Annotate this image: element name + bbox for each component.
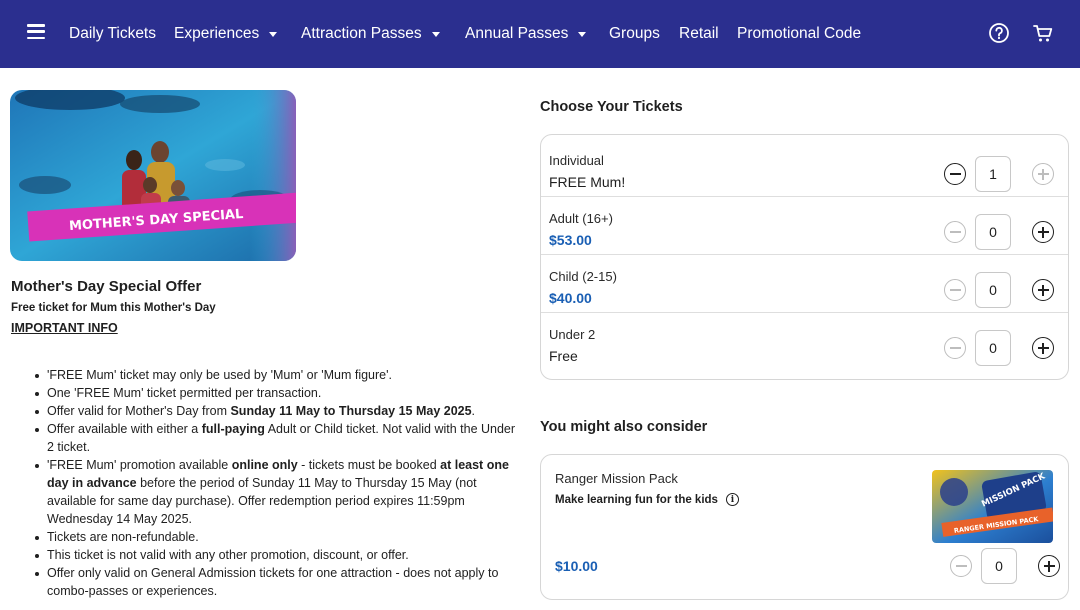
info-list-item: Offer available with either a full-payin… <box>35 420 522 456</box>
info-list-item: 'FREE Mum' ticket may only be used by 'M… <box>35 366 522 384</box>
nav-label: Promotional Code <box>737 25 862 42</box>
important-info-link[interactable]: IMPORTANT INFO <box>11 321 118 335</box>
info-text: 'FREE Mum' ticket may only be used by 'M… <box>47 368 392 382</box>
offer-hero-image: MOTHER'S DAY SPECIAL <box>10 90 296 261</box>
nav-attraction-passes[interactable]: Attraction Passes <box>301 0 440 68</box>
info-list-item: 'FREE Mum' promotion available online on… <box>35 456 522 528</box>
ticket-price: Free <box>549 348 578 364</box>
info-text: Offer valid for Mother's Day from <box>47 404 231 418</box>
info-text: This ticket is not valid with any other … <box>47 548 409 562</box>
ticket-row-under-2: Under 2 Free 0 <box>541 313 1068 371</box>
addon-name: Ranger Mission Pack <box>555 471 678 486</box>
info-text: 'FREE Mum' promotion available <box>47 458 232 472</box>
decrease-button[interactable] <box>944 221 966 243</box>
ticket-label: Child (2-15) <box>549 269 617 284</box>
menu-icon[interactable] <box>27 24 45 40</box>
plus-icon-stroke <box>1042 226 1044 238</box>
minus-icon <box>949 347 961 349</box>
chevron-down-icon <box>269 31 278 37</box>
quantity-field[interactable]: 0 <box>975 214 1011 250</box>
info-icon[interactable]: i <box>725 493 739 506</box>
quantity-stepper: 0 <box>944 214 1054 250</box>
nav-label: Groups <box>609 25 660 42</box>
nav-label: Attraction Passes <box>301 25 422 42</box>
ticket-label: Adult (16+) <box>549 211 613 226</box>
info-list-item: Offer only valid on General Admission ti… <box>35 564 522 600</box>
chevron-down-icon <box>431 31 440 37</box>
info-list-item: One 'FREE Mum' ticket permitted per tran… <box>35 384 522 402</box>
nav-promotional-code[interactable]: Promotional Code <box>737 0 861 68</box>
ticket-label: Under 2 <box>549 327 596 342</box>
nav-label: Experiences <box>174 25 260 42</box>
addon-description-text: Make learning fun for the kids <box>555 493 718 506</box>
quantity-stepper: 0 <box>944 272 1054 308</box>
info-list-item: This ticket is not valid with any other … <box>35 546 522 564</box>
mission-pack-image: MISSION PACK RANGER MISSION PACK <box>932 470 1053 543</box>
increase-button[interactable] <box>1038 555 1060 577</box>
quantity-field[interactable]: 0 <box>975 272 1011 308</box>
increase-button[interactable] <box>1032 279 1054 301</box>
decrease-button[interactable] <box>944 337 966 359</box>
offer-subtitle: Free ticket for Mum this Mother's Day <box>11 302 216 314</box>
increase-button[interactable] <box>1032 221 1054 243</box>
ticket-row-individual: Individual FREE Mum! 1 <box>541 139 1068 197</box>
quantity-stepper: 1 <box>944 156 1054 192</box>
addon-price: $10.00 <box>555 558 598 574</box>
addons-title: You might also consider <box>540 419 708 435</box>
top-nav: Daily Tickets Experiences Attraction Pas… <box>0 0 1080 68</box>
choose-tickets-title: Choose Your Tickets <box>540 99 683 115</box>
plus-icon-stroke <box>1042 168 1044 180</box>
quantity-field[interactable]: 0 <box>981 548 1017 584</box>
decrease-button[interactable] <box>944 279 966 301</box>
nav-retail[interactable]: Retail <box>679 0 719 68</box>
ticket-label: Individual <box>549 153 604 168</box>
addon-card: Ranger Mission Pack Make learning fun fo… <box>540 454 1069 600</box>
info-text: Offer only valid on General Admission ti… <box>47 566 499 598</box>
ticket-price: $40.00 <box>549 290 592 306</box>
help-icon[interactable] <box>988 22 1010 44</box>
nav-label: Retail <box>679 25 719 42</box>
important-info-list: 'FREE Mum' ticket may only be used by 'M… <box>35 366 522 600</box>
quantity-field[interactable]: 0 <box>975 330 1011 366</box>
info-list-item: Offer valid for Mother's Day from Sunday… <box>35 402 522 420</box>
addon-description: Make learning fun for the kids i <box>555 493 739 506</box>
quantity-field[interactable]: 1 <box>975 156 1011 192</box>
minus-icon <box>949 231 961 233</box>
plus-icon-stroke <box>1042 284 1044 296</box>
nav-daily-tickets[interactable]: Daily Tickets <box>69 0 156 68</box>
plus-icon-stroke <box>1048 560 1050 572</box>
ticket-price: $53.00 <box>549 232 592 248</box>
nav-annual-passes[interactable]: Annual Passes <box>465 0 587 68</box>
increase-button[interactable] <box>1032 337 1054 359</box>
nav-label: Daily Tickets <box>69 25 156 42</box>
minus-icon <box>949 289 961 291</box>
tickets-card: Individual FREE Mum! 1 Adult (16+) $53.0… <box>540 134 1069 380</box>
info-text: - tickets must be booked <box>297 458 441 472</box>
minus-icon <box>949 173 961 175</box>
info-text-bold: full-paying <box>201 422 265 436</box>
plus-icon-stroke <box>1042 342 1044 354</box>
info-text: Tickets are non-refundable. <box>47 530 199 544</box>
offer-title: Mother's Day Special Offer <box>11 278 202 295</box>
info-list-item: Tickets are non-refundable. <box>35 528 522 546</box>
nav-experiences[interactable]: Experiences <box>174 0 278 68</box>
ticket-row-child: Child (2-15) $40.00 0 <box>541 255 1068 313</box>
quantity-stepper: 0 <box>944 330 1054 366</box>
nav-groups[interactable]: Groups <box>609 0 660 68</box>
ticket-row-adult: Adult (16+) $53.00 0 <box>541 197 1068 255</box>
nav-label: Annual Passes <box>465 25 569 42</box>
info-text-bold: Sunday 11 May to Thursday 15 May 2025 <box>230 404 472 418</box>
ticket-price: FREE Mum! <box>549 174 626 190</box>
minus-icon <box>955 565 967 567</box>
increase-button[interactable] <box>1032 163 1054 185</box>
info-text: . <box>471 404 476 418</box>
info-text: One 'FREE Mum' ticket permitted per tran… <box>47 386 322 400</box>
info-text: Offer available with either a <box>47 422 202 436</box>
decrease-button[interactable] <box>950 555 972 577</box>
chevron-down-icon <box>578 31 587 37</box>
info-text-bold: online only <box>231 458 298 472</box>
addon-quantity-stepper: 0 <box>950 548 1060 584</box>
decrease-button[interactable] <box>944 163 966 185</box>
cart-icon[interactable] <box>1032 22 1054 44</box>
